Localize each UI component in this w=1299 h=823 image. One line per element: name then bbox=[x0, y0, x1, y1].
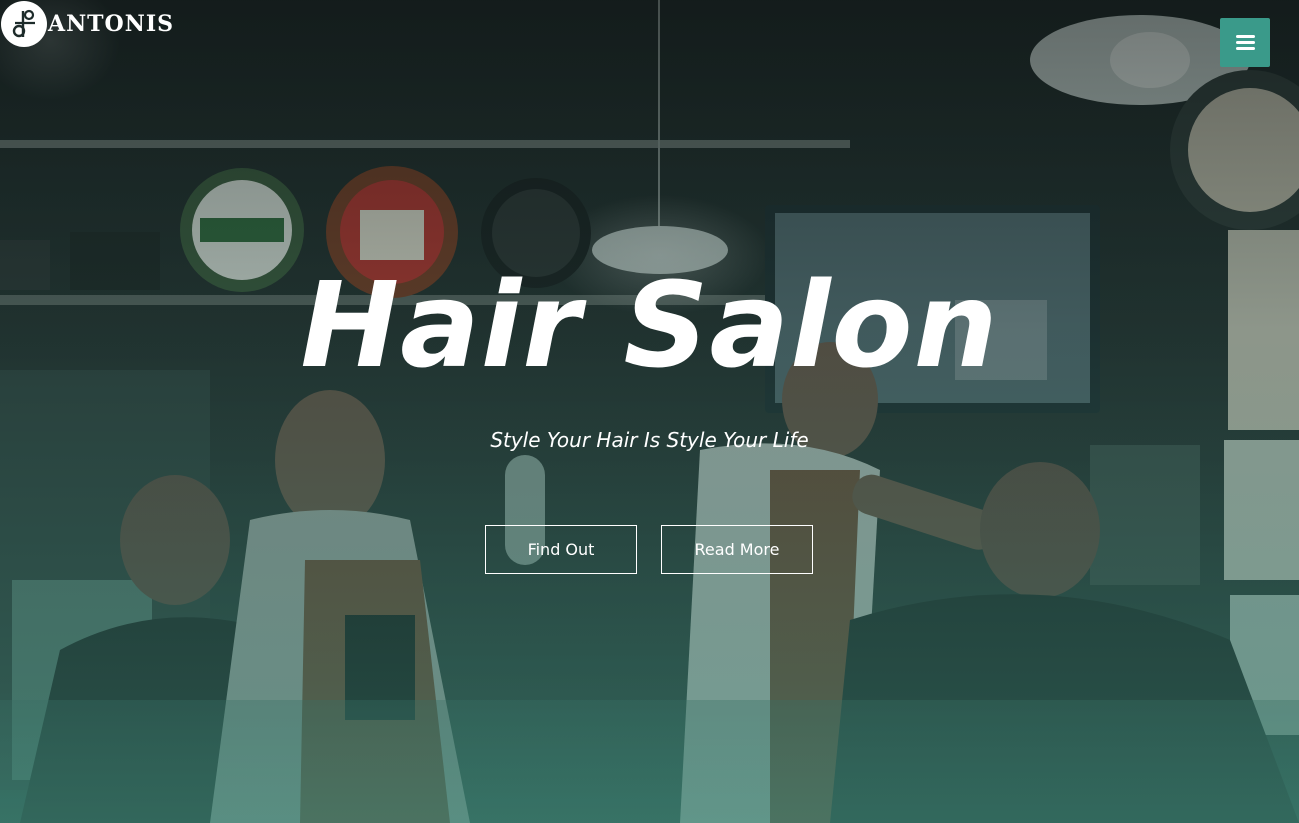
hero-section: ANTONIS Hair Salon Style Your Hair Is St… bbox=[0, 0, 1299, 823]
hero-subtitle: Style Your Hair Is Style Your Life bbox=[490, 428, 809, 452]
menu-button[interactable] bbox=[1220, 18, 1270, 67]
hero-title: Hair Salon bbox=[300, 256, 999, 394]
read-more-button[interactable]: Read More bbox=[661, 525, 813, 574]
brand-name: ANTONIS bbox=[48, 11, 175, 37]
brand-logo[interactable]: ANTONIS bbox=[0, 0, 174, 48]
find-out-button[interactable]: Find Out bbox=[485, 525, 637, 574]
color-overlay bbox=[0, 0, 1299, 823]
hamburger-menu-icon bbox=[1235, 32, 1255, 53]
scissors-icon bbox=[1, 1, 47, 47]
